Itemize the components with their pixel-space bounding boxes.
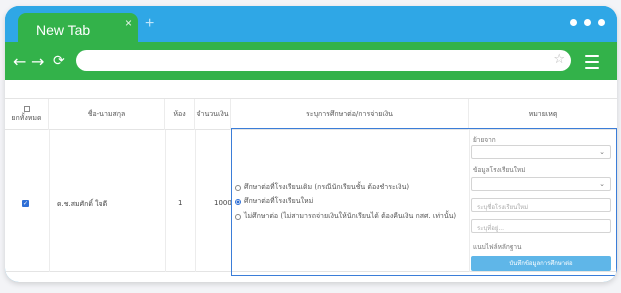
- address-input[interactable]: ระบุที่อยู่...: [471, 219, 611, 233]
- chevron-down-icon: ⌄: [599, 180, 605, 188]
- header-study-payment: ระบุการศึกษาต่อ/การจ่ายเงิน: [231, 99, 469, 130]
- browser-window: New Tab × + ← → ⟳ ☆ ยกทั้งหมด ชื่อ-นามสก…: [5, 6, 617, 282]
- screen: New Tab × + ← → ⟳ ☆ ยกทั้งหมด ชื่อ-นามสก…: [0, 3, 621, 293]
- forward-arrow-icon[interactable]: →: [31, 52, 44, 71]
- header-name: ชื่อ-นามสกุล: [49, 99, 165, 130]
- header-amount: จำนวนเงิน: [195, 99, 231, 130]
- header-select-all[interactable]: ยกทั้งหมด: [5, 99, 49, 130]
- room-value: 1: [178, 199, 183, 207]
- tab-new-tab[interactable]: New Tab ×: [18, 13, 138, 42]
- back-arrow-icon[interactable]: ←: [13, 52, 26, 71]
- select-all-checkbox[interactable]: [23, 105, 30, 112]
- reload-icon[interactable]: ⟳: [53, 53, 65, 69]
- radio-icon[interactable]: [235, 213, 241, 220]
- transfer-from-label: ย้ายจาก: [473, 136, 496, 144]
- attach-file-label: แนบไฟล์หลักฐาน: [473, 243, 522, 251]
- star-icon[interactable]: ☆: [553, 52, 565, 67]
- radio-icon[interactable]: [235, 184, 241, 191]
- new-school-select[interactable]: ⌄: [471, 177, 611, 191]
- amount-value: 1000: [214, 199, 232, 207]
- new-school-label: ข้อมูลโรงเรียนใหม่: [473, 166, 526, 174]
- student-name: ด.ช.สมศักดิ์ ใจดี: [57, 200, 108, 208]
- row-checkbox[interactable]: ✓: [22, 200, 29, 207]
- save-button[interactable]: บันทึกข้อมูลการศึกษาต่อ: [471, 256, 611, 271]
- browser-toolbar: ← → ⟳ ☆: [5, 42, 617, 80]
- header-remarks: หมายเหตุ: [528, 110, 558, 118]
- chevron-down-icon: ⌄: [599, 148, 605, 156]
- option-not-continuing[interactable]: ไม่ศึกษาต่อ (ไม่สามารถจ่ายเงินให้นักเรีย…: [235, 211, 456, 222]
- option-new-school[interactable]: ศึกษาต่อที่โรงเรียนใหม่: [235, 196, 313, 207]
- tab-title: New Tab: [36, 22, 91, 38]
- close-icon[interactable]: ×: [125, 16, 132, 30]
- new-school-name-input[interactable]: ระบุชื่อโรงเรียนใหม่: [471, 198, 611, 212]
- page-content: ยกทั้งหมด ชื่อ-นามสกุล ห้อง จำนวนเงิน ระ…: [5, 80, 617, 282]
- option-same-school[interactable]: ศึกษาต่อที่โรงเรียนเดิม (กรณีนักเรียนชั้…: [235, 182, 409, 193]
- address-bar[interactable]: ☆: [76, 50, 571, 71]
- table-header: ยกทั้งหมด ชื่อ-นามสกุล ห้อง จำนวนเงิน ระ…: [5, 98, 617, 130]
- transfer-from-select[interactable]: ⌄: [471, 145, 611, 159]
- header-room: ห้อง: [165, 99, 195, 130]
- tab-bar: New Tab × +: [5, 6, 617, 42]
- menu-icon[interactable]: [585, 55, 599, 73]
- window-controls[interactable]: [570, 19, 605, 26]
- radio-selected-icon[interactable]: [235, 198, 241, 205]
- new-tab-button[interactable]: +: [145, 15, 154, 33]
